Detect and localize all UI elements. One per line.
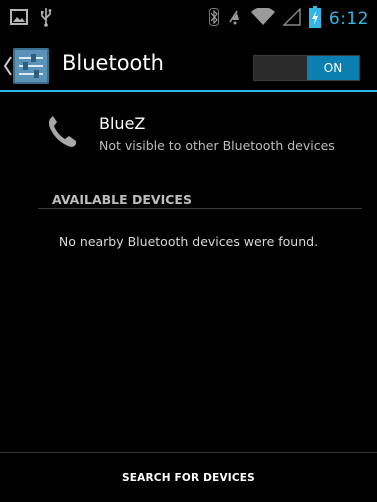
status-bar: 6:12 (0, 0, 377, 38)
usb-icon (40, 7, 52, 31)
mute-icon (227, 8, 243, 30)
search-for-devices-button[interactable]: SEARCH FOR DEVICES (0, 453, 377, 502)
paired-device-row[interactable]: BlueZ Not visible to other Bluetooth dev… (0, 104, 377, 170)
back-caret-icon[interactable] (3, 56, 12, 80)
action-bar: Bluetooth ON (0, 40, 377, 92)
no-devices-message: No nearby Bluetooth devices were found. (58, 234, 319, 249)
wifi-icon (250, 7, 275, 30)
toggle-on-label: ON (307, 56, 359, 80)
image-icon (10, 9, 28, 29)
device-visibility-status: Not visible to other Bluetooth devices (99, 138, 335, 153)
section-divider (38, 208, 362, 209)
clock: 6:12 (328, 9, 369, 29)
phone-icon (47, 114, 77, 152)
action-bar-divider (0, 90, 377, 92)
device-name: BlueZ (99, 114, 146, 133)
signal-icon (282, 7, 301, 30)
page-title: Bluetooth (62, 51, 164, 75)
battery-charging-icon (308, 6, 321, 32)
bluetooth-icon (208, 8, 219, 30)
available-devices-header: AVAILABLE DEVICES (52, 192, 192, 207)
bluetooth-toggle[interactable]: ON (253, 55, 360, 81)
settings-app-icon[interactable] (13, 48, 49, 84)
